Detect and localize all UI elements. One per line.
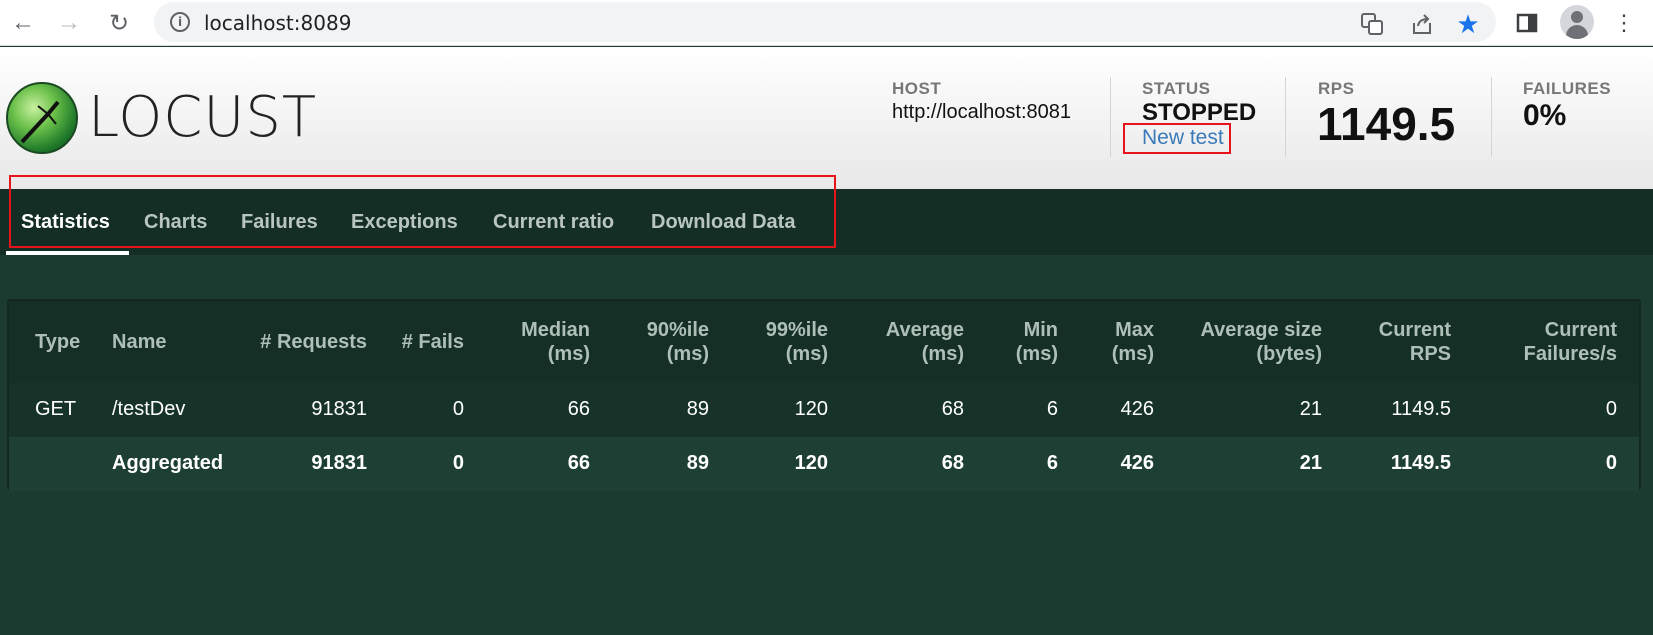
profile-avatar[interactable] (1560, 5, 1594, 39)
translate-icon[interactable] (1358, 10, 1386, 38)
column-header-line: Median (521, 319, 590, 341)
column-header-99ile[interactable]: 99%ile (ms) (766, 318, 828, 366)
cell-current-rps: 1149.5 (1390, 452, 1451, 474)
statistics-table: Type Name # Requests # Fails Median (ms) … (7, 299, 1641, 491)
failures-label: FAILURES (1523, 79, 1612, 98)
cell-median: 66 (567, 452, 590, 474)
column-header-line: (ms) (1111, 343, 1154, 365)
rps-label: RPS (1318, 79, 1355, 98)
locust-logo-text: LOCUST (88, 85, 318, 150)
host-label: HOST (892, 79, 942, 98)
header-divider (1491, 77, 1492, 157)
cell-min: 6 (1046, 452, 1058, 474)
side-panel-icon[interactable] (1512, 8, 1542, 38)
column-header-median[interactable]: Median (ms) (521, 318, 590, 366)
cell-average-size: 21 (1299, 398, 1322, 420)
rps-value: 1149.5 (1317, 98, 1456, 150)
cell-min: 6 (1046, 398, 1058, 420)
cell-90ile: 89 (686, 452, 709, 474)
menu-kebab-icon[interactable]: ⋮ (1609, 8, 1639, 38)
column-header-line: (bytes) (1256, 343, 1322, 365)
table-row: GET /testDev 91831 0 66 89 120 68 6 426 … (9, 383, 1639, 437)
active-tab-indicator (6, 251, 129, 255)
failures-value: 0% (1523, 99, 1567, 132)
share-icon[interactable] (1408, 10, 1436, 38)
bookmark-star-icon[interactable]: ★ (1454, 9, 1482, 39)
table-row-aggregated: Aggregated 91831 0 66 89 120 68 6 426 21… (9, 437, 1639, 491)
app-header: LOCUST HOST http://localhost:8081 STATUS… (0, 47, 1653, 189)
column-header-max[interactable]: Max (ms) (1112, 318, 1154, 366)
column-header-fails[interactable]: # Fails (402, 330, 464, 354)
column-header-current-rps[interactable]: Current RPS (1379, 318, 1451, 366)
cell-requests: 91831 (311, 452, 367, 474)
column-header-line: Max (1115, 319, 1154, 341)
cell-average: 68 (941, 398, 964, 420)
cell-median: 66 (567, 398, 590, 420)
column-header-name[interactable]: Name (112, 330, 166, 354)
cell-type: GET (35, 398, 77, 420)
column-header-line: Min (1023, 319, 1058, 341)
column-header-line: Current (1378, 319, 1451, 341)
table-header: Type Name # Requests # Fails Median (ms) … (9, 301, 1639, 383)
site-info-icon[interactable]: i (170, 12, 190, 32)
locust-logo-icon (6, 82, 78, 154)
column-header-line: Current (1544, 319, 1617, 341)
cell-max: 426 (1120, 452, 1154, 474)
column-header-line: Average (885, 319, 964, 341)
cell-current-rps: 1149.5 (1391, 398, 1451, 420)
cell-requests: 91831 (311, 398, 367, 420)
cell-max: 426 (1120, 398, 1154, 420)
header-divider (1110, 77, 1111, 157)
column-header-type[interactable]: Type (35, 330, 80, 354)
cell-fails: 0 (452, 452, 464, 474)
url-text[interactable]: localhost:8089 (204, 11, 351, 35)
column-header-line: (ms) (547, 343, 590, 365)
annotation-box-new-test (1123, 123, 1231, 154)
column-header-line: (ms) (785, 343, 828, 365)
cell-fails: 0 (452, 398, 464, 420)
column-header-min[interactable]: Min (ms) (1016, 318, 1058, 366)
column-header-average-size[interactable]: Average size (bytes) (1200, 318, 1322, 366)
column-header-line: RPS (1409, 343, 1451, 365)
address-bar[interactable]: i localhost:8089 ★ (154, 2, 1496, 42)
column-header-requests[interactable]: # Requests (260, 330, 367, 354)
back-arrow-icon[interactable]: ← (7, 7, 39, 39)
cell-name: Aggregated (112, 452, 224, 474)
column-header-90ile[interactable]: 90%ile (ms) (647, 318, 709, 366)
column-header-current-failures[interactable]: Current Failures/s (1524, 318, 1617, 366)
status-label: STATUS (1142, 79, 1211, 98)
column-header-line: 90%ile (646, 319, 709, 341)
header-divider (1285, 77, 1286, 157)
host-value: http://localhost:8081 (892, 101, 1072, 123)
cell-99ile: 120 (794, 398, 828, 420)
column-header-line: (ms) (921, 343, 964, 365)
column-header-average[interactable]: Average (ms) (886, 318, 964, 366)
cell-current-failures: 0 (1605, 452, 1617, 474)
cell-name: /testDev (112, 398, 186, 420)
cell-average-size: 21 (1299, 452, 1322, 474)
column-header-line: Failures/s (1523, 343, 1617, 365)
browser-toolbar: ← → ↻ i localhost:8089 ★ ⋮ (0, 0, 1653, 46)
reload-icon[interactable]: ↻ (103, 7, 135, 39)
cell-average: 68 (941, 452, 964, 474)
column-header-line: 99%ile (765, 319, 828, 341)
cell-99ile: 120 (794, 452, 828, 474)
cell-current-failures: 0 (1605, 398, 1617, 420)
cell-90ile: 89 (686, 398, 709, 420)
column-header-line: Average size (1200, 319, 1322, 341)
column-header-line: (ms) (1015, 343, 1058, 365)
column-header-line: (ms) (666, 343, 709, 365)
annotation-box-tabs (9, 175, 836, 248)
forward-arrow-icon[interactable]: → (53, 7, 85, 39)
